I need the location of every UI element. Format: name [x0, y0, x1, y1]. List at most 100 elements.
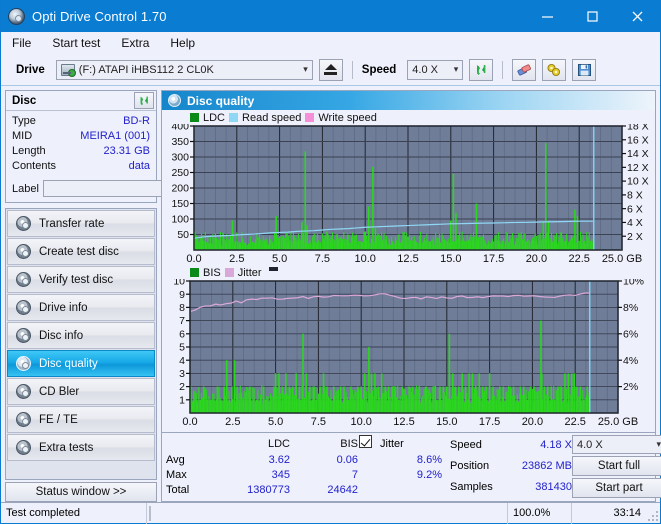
- refresh-disc-button[interactable]: [134, 92, 154, 109]
- sidebar-item-disc-quality[interactable]: Disc quality: [7, 350, 155, 377]
- progress-cell: [147, 503, 508, 524]
- sidebar-item-label: Create test disc: [39, 246, 119, 258]
- svg-text:10%: 10%: [623, 279, 644, 288]
- sidebar-item-cd-bler[interactable]: CD Bler: [7, 378, 155, 405]
- stats-avg-jitter: 8.6%: [374, 453, 442, 468]
- stats-total-bis: 24642: [290, 483, 358, 498]
- menu-item-start-test[interactable]: Start test: [50, 35, 102, 51]
- sidebar-item-disc-info[interactable]: Disc info: [7, 322, 155, 349]
- svg-text:20.0: 20.0: [526, 253, 547, 265]
- test-speed-select[interactable]: 4.0 X ▾: [572, 435, 661, 454]
- refresh-button[interactable]: [469, 59, 493, 81]
- chevron-down-icon: ▾: [650, 439, 661, 450]
- drive-select[interactable]: (F:) ATAPI iHBS112 2 CL0K ▾: [56, 60, 313, 80]
- svg-text:22.5: 22.5: [568, 253, 589, 265]
- svg-text:4%: 4%: [623, 355, 638, 367]
- start-part-button[interactable]: Start part: [572, 478, 661, 498]
- jitter-checkbox[interactable]: [359, 435, 372, 448]
- legend-swatch-bis: [190, 268, 199, 277]
- menu-item-help[interactable]: Help: [168, 35, 197, 51]
- svg-text:300: 300: [171, 152, 189, 164]
- menu-item-file[interactable]: File: [10, 35, 33, 51]
- nav-spacer: [7, 462, 155, 478]
- svg-text:7.5: 7.5: [311, 416, 326, 428]
- svg-text:8%: 8%: [623, 302, 638, 314]
- minimize-button[interactable]: [525, 1, 570, 32]
- progress-bar: [149, 506, 151, 521]
- disc-panel-header: Disc: [6, 91, 156, 111]
- content-panel: Disc quality LDC Read speed Write speed …: [161, 90, 656, 502]
- sidebar-item-label: Disc quality: [39, 358, 98, 370]
- sidebar-item-extra-tests[interactable]: Extra tests: [7, 434, 155, 461]
- stats-max-bis: 7: [290, 468, 358, 483]
- test-speed-value: 4.0 X: [577, 439, 603, 451]
- disc-row-key: Type: [12, 114, 36, 129]
- svg-text:3: 3: [179, 368, 185, 380]
- eject-button[interactable]: [319, 59, 343, 81]
- stats-row-label-max: Max: [166, 468, 218, 483]
- readout-position-label: Position: [450, 459, 506, 474]
- readout-samples-value: 381430: [506, 480, 572, 495]
- save-button[interactable]: [572, 59, 596, 81]
- legend-label-write-speed: Write speed: [318, 112, 377, 124]
- disc-info-list: Type BD-R MID MEIRA1 (001) Length 23.31 …: [6, 111, 156, 178]
- start-full-button[interactable]: Start full: [572, 456, 661, 476]
- stats-total-ldc: 1380773: [218, 483, 290, 498]
- sidebar-item-verify-test-disc[interactable]: Verify test disc: [7, 266, 155, 293]
- tools-button[interactable]: [542, 59, 566, 81]
- menu-bar: File Start test Extra Help: [1, 32, 660, 54]
- svg-text:10: 10: [173, 279, 185, 288]
- legend-label-read-speed: Read speed: [242, 112, 301, 124]
- maximize-button[interactable]: [570, 1, 615, 32]
- svg-text:7.5: 7.5: [315, 253, 330, 265]
- stats-table: LDC BIS Jitter Avg 3.62 0.06 8.6% Max 34…: [166, 435, 442, 498]
- legend-label-bis: BIS: [203, 267, 221, 279]
- legend-swatch-ldc: [190, 113, 199, 122]
- resize-grip[interactable]: [646, 511, 658, 523]
- svg-text:100: 100: [171, 214, 189, 226]
- sidebar-item-transfer-rate[interactable]: Transfer rate: [7, 210, 155, 237]
- sidebar-item-fe-te[interactable]: FE / TE: [7, 406, 155, 433]
- erase-button[interactable]: [512, 59, 536, 81]
- disc-icon: [16, 300, 31, 315]
- svg-text:150: 150: [171, 198, 189, 210]
- svg-text:17.5: 17.5: [483, 253, 504, 265]
- disc-icon: [16, 328, 31, 343]
- disc-label-row: Label: [6, 178, 156, 202]
- svg-text:2 X: 2 X: [627, 231, 643, 243]
- drive-select-value: (F:) ATAPI iHBS112 2 CL0K: [79, 64, 214, 76]
- window-title: Opti Drive Control 1.70: [32, 9, 167, 24]
- disc-row-key: Length: [12, 144, 46, 159]
- svg-text:12 X: 12 X: [627, 162, 649, 174]
- svg-text:12.5: 12.5: [397, 253, 418, 265]
- readout-position-value: 23862 MB: [506, 459, 572, 474]
- stats-actions: 4.0 X ▾ Start full Start part: [572, 435, 661, 498]
- svg-text:15.0: 15.0: [436, 416, 457, 428]
- sidebar-item-label: Extra tests: [39, 442, 93, 454]
- status-window-button[interactable]: Status window >>: [5, 482, 157, 502]
- svg-text:2%: 2%: [623, 381, 638, 393]
- disc-label-key: Label: [12, 183, 39, 195]
- chevron-down-icon: ▾: [448, 64, 459, 75]
- disc-icon: [16, 356, 31, 371]
- svg-text:9: 9: [179, 289, 185, 301]
- stats-header-ldc: LDC: [218, 437, 290, 452]
- svg-text:22.5: 22.5: [564, 416, 585, 428]
- disc-icon: [16, 272, 31, 287]
- svg-text:20.0: 20.0: [522, 416, 543, 428]
- menu-item-extra[interactable]: Extra: [119, 35, 151, 51]
- svg-text:5.0: 5.0: [268, 416, 283, 428]
- disc-row-key: Contents: [12, 159, 56, 174]
- sidebar-item-drive-info[interactable]: Drive info: [7, 294, 155, 321]
- disc-quality-icon: [168, 94, 181, 107]
- sidebar-item-label: Verify test disc: [39, 274, 113, 286]
- sidebar-item-create-test-disc[interactable]: Create test disc: [7, 238, 155, 265]
- svg-text:25.0 GB: 25.0 GB: [602, 253, 642, 265]
- svg-text:400: 400: [171, 124, 189, 133]
- stats-avg-bis: 0.06: [290, 453, 358, 468]
- svg-text:2.5: 2.5: [225, 416, 240, 428]
- close-button[interactable]: [615, 1, 660, 32]
- status-bar: Test completed 100.0% 33:14: [1, 502, 660, 523]
- svg-text:10 X: 10 X: [627, 176, 649, 188]
- speed-select[interactable]: 4.0 X ▾: [407, 60, 463, 80]
